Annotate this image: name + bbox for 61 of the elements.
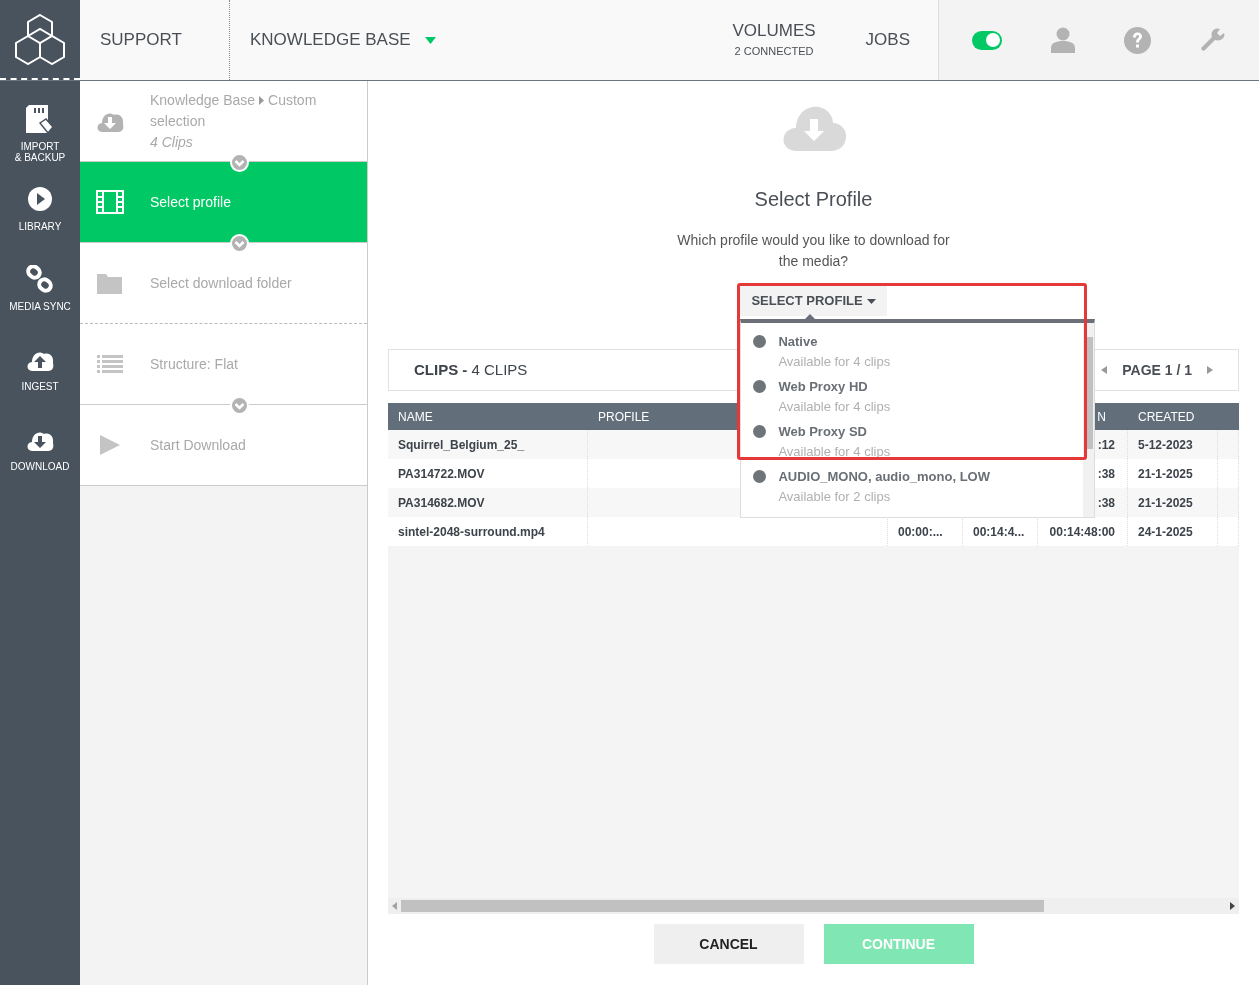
table-cell-text: 00:14:4... — [973, 523, 1025, 541]
clip-count: 4 Clips — [150, 132, 194, 152]
table-cell-text: :38 — [1097, 465, 1115, 483]
logo-icon — [13, 13, 67, 65]
volumes-button[interactable]: VOLUMES 2 CONNECTED — [732, 20, 816, 60]
column-header[interactable]: CREATED — [1138, 407, 1195, 426]
step-label: Select profile — [150, 192, 231, 212]
prev-page-icon[interactable] — [1101, 366, 1108, 374]
select-profile-dropdown[interactable]: SELECT PROFILE — [740, 286, 887, 316]
sidebar-item[interactable]: INGEST — [0, 345, 80, 408]
table-cell-text: 21-1-2025 — [1138, 465, 1193, 483]
play-icon — [26, 185, 54, 213]
table-cell-text: PA314722.MOV — [398, 465, 485, 483]
step-label: Select download folder — [150, 273, 292, 293]
step-label: Start Download — [150, 435, 246, 455]
table-cell-text: 00:00:... — [898, 523, 943, 541]
dialog-question: Which profile would you like to download for the media? — [676, 231, 951, 271]
column-header[interactable]: N — [1097, 407, 1106, 426]
dialog-title: Select Profile — [754, 187, 873, 212]
profile-option[interactable]: Web Proxy HD Available for 4 clips — [741, 378, 1084, 423]
scrollbar[interactable] — [1083, 323, 1095, 517]
sidebar-item[interactable]: LIBRARY — [0, 185, 80, 248]
profile-option[interactable]: Native Available for 4 clips — [741, 333, 1084, 378]
page-indicator: PAGE 1 / 1 — [1122, 360, 1192, 380]
clips-title: CLIPS - 4 CLIPS — [414, 359, 528, 380]
nav-link[interactable]: SUPPORT — [80, 0, 230, 80]
table-cell-text: 00:14:48:00 — [1049, 523, 1115, 541]
next-page-icon[interactable] — [1207, 366, 1213, 374]
table-cell-text: :38 — [1097, 494, 1115, 512]
table-row[interactable]: sintel-2048-surround.mp4 00:00:... 00:14:4... 00:14:48:00 24-1-2025 — [388, 517, 1239, 546]
caret-icon — [866, 298, 876, 304]
film-icon — [96, 189, 124, 215]
user-icon[interactable] — [1050, 27, 1075, 53]
wrench-icon[interactable] — [1200, 27, 1227, 53]
table-cell-text: 5-12-2023 — [1138, 436, 1193, 454]
breadcrumb: Knowledge Base Custom selection — [150, 90, 318, 131]
step-label: Structure: Flat — [150, 354, 238, 374]
breadcrumb-arrow-icon — [259, 96, 265, 106]
sidebar-item[interactable]: DOWNLOAD — [0, 425, 80, 488]
scroll-right-icon[interactable] — [1230, 902, 1235, 910]
memory-card-icon — [26, 105, 54, 133]
scrollbar-thumb[interactable] — [401, 900, 1044, 912]
table-cell-text: Squirrel_Belgium_25_ — [398, 436, 525, 454]
table-cell-text: :12 — [1097, 436, 1115, 454]
link-icon — [26, 265, 54, 293]
toggle-switch[interactable] — [971, 30, 1002, 50]
table-cell-text: sintel-2048-surround.mp4 — [398, 523, 545, 541]
table-cell-text: 24-1-2025 — [1138, 523, 1193, 541]
column-header[interactable]: NAME — [398, 407, 433, 426]
horizontal-scrollbar[interactable] — [388, 898, 1239, 914]
cancel-button[interactable]: CANCEL — [653, 924, 804, 964]
nav-link[interactable]: KNOWLEDGE BASE — [230, 0, 436, 80]
scroll-left-icon[interactable] — [392, 902, 397, 910]
table-cell-text: PA314682.MOV — [398, 494, 485, 512]
column-header[interactable]: PROFILE — [598, 407, 650, 426]
jobs-link[interactable]: JOBS — [865, 27, 910, 53]
caret-icon — [424, 36, 436, 44]
sidebar-item[interactable]: IMPORT & BACKUP — [0, 105, 80, 168]
help-icon[interactable] — [1124, 26, 1152, 54]
table-cell-text: 21-1-2025 — [1138, 494, 1193, 512]
sidebar-item[interactable]: MEDIA SYNC — [0, 265, 80, 328]
